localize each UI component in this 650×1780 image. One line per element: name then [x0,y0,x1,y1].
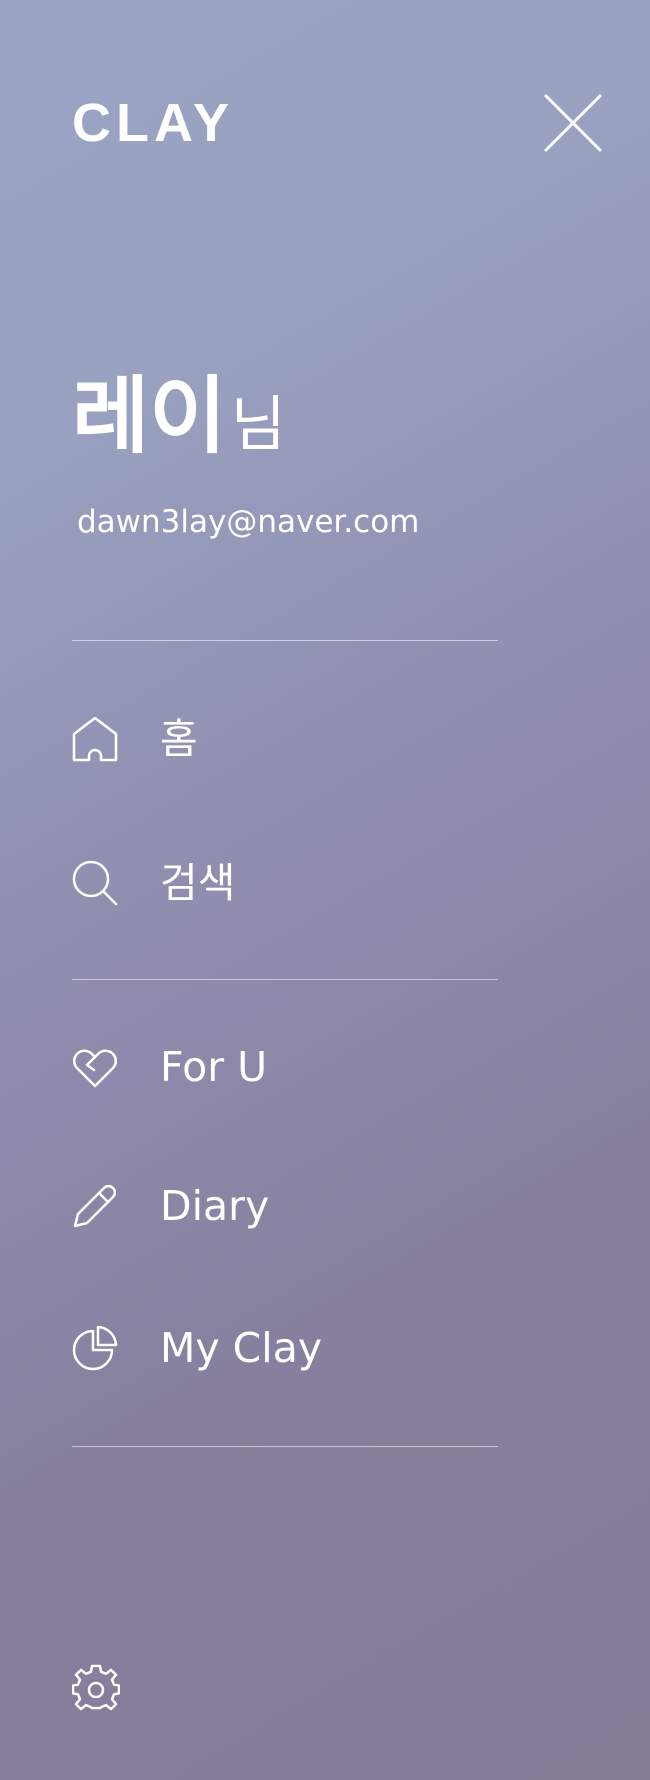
menu-item-label: For U [160,1043,268,1091]
menu-item-search[interactable]: 검색 [72,843,498,923]
heart-icon [72,1044,118,1090]
menu-item-label: 홈 [160,715,198,763]
menu-item-for-u[interactable]: For U [72,1027,498,1107]
close-icon [544,94,602,152]
pencil-icon [72,1183,118,1229]
close-button[interactable] [540,90,606,156]
menu-item-diary[interactable]: Diary [72,1166,498,1246]
divider [72,1446,498,1447]
user-email: dawn3lay@naver.com [77,504,420,540]
user-name-suffix: 님 [230,390,286,460]
home-icon [72,716,118,762]
gear-icon [72,1664,120,1711]
menu-item-home[interactable]: 홈 [72,699,498,779]
menu-item-my-clay[interactable]: My Clay [72,1308,498,1388]
divider [72,979,498,980]
divider [72,640,498,641]
menu-item-label: Diary [160,1182,270,1230]
user-name: 레이 [72,367,227,465]
menu-item-label: 검색 [160,859,236,907]
pie-chart-icon [72,1325,118,1371]
app-logo: CLAY [72,93,235,153]
side-menu-drawer: CLAY 레이님 dawn3lay@naver.com 홈 검색 For U D… [0,0,650,1780]
menu-item-label: My Clay [160,1324,323,1372]
search-icon [72,860,118,906]
profile-greeting: 레이님 [72,368,286,488]
settings-button[interactable] [72,1664,120,1712]
